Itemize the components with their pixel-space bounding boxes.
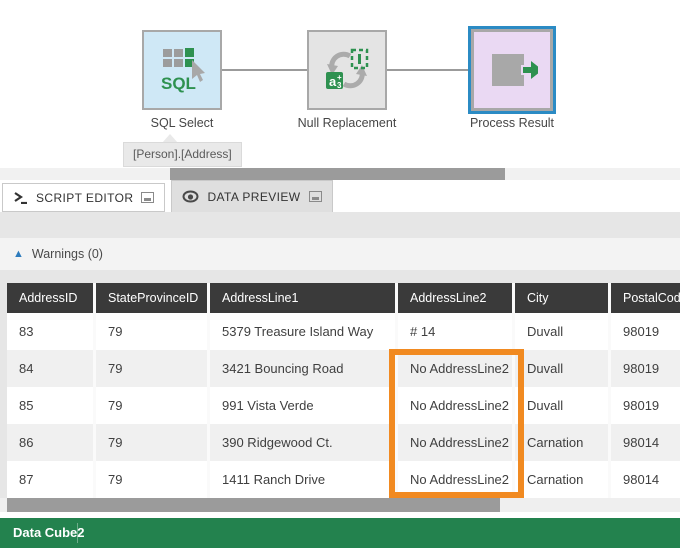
source-table-tooltip: [Person].[Address]	[123, 142, 242, 167]
status-bar-divider	[77, 523, 78, 543]
tab-label: DATA PREVIEW	[207, 190, 300, 204]
scrollbar-thumb[interactable]	[170, 168, 505, 180]
workflow-canvas: SQL a + 3	[0, 0, 680, 168]
table-cell: No AddressLine2	[398, 350, 515, 387]
data-cube-tab-label[interactable]: Data Cube2	[13, 518, 85, 548]
connector-line	[386, 69, 470, 71]
sql-select-icon: SQL	[159, 46, 205, 94]
preview-eye-icon	[182, 190, 199, 203]
tab-data-preview[interactable]: DATA PREVIEW	[171, 180, 332, 212]
column-header[interactable]: StateProvinceID	[96, 283, 210, 313]
table-cell: 98014	[611, 424, 680, 461]
table-cell: 5379 Treasure Island Way	[210, 313, 398, 350]
svg-text:3: 3	[337, 81, 342, 90]
table-cell: 98019	[611, 350, 680, 387]
column-header[interactable]: AddressLine1	[210, 283, 398, 313]
table-cell: Duvall	[515, 313, 611, 350]
node-label-null-replacement: Null Replacement	[272, 116, 422, 130]
table-cell: No AddressLine2	[398, 387, 515, 424]
table-row[interactable]: 8679390 Ridgewood Ct.No AddressLine2Carn…	[7, 424, 680, 461]
warning-triangle-icon: ▲	[13, 249, 24, 260]
table-row[interactable]: 83795379 Treasure Island Way# 14Duvall98…	[7, 313, 680, 350]
warnings-toggle[interactable]: ▲ Warnings (0)	[0, 238, 680, 270]
table-cell: 87	[7, 461, 96, 498]
table-cell: 83	[7, 313, 96, 350]
table-cell: Carnation	[515, 424, 611, 461]
table-row[interactable]: 84793421 Bouncing RoadNo AddressLine2Duv…	[7, 350, 680, 387]
data-preview-panel: ▲ Warnings (0) AddressIDStateProvinceIDA…	[0, 212, 680, 512]
table-cell: 98019	[611, 387, 680, 424]
table-cell: # 14	[398, 313, 515, 350]
table-cell: 3421 Bouncing Road	[210, 350, 398, 387]
table-cell: 79	[96, 424, 210, 461]
table-horizontal-scrollbar[interactable]	[0, 498, 680, 512]
script-prompt-icon	[13, 191, 28, 204]
tab-label: SCRIPT EDITOR	[36, 191, 133, 205]
node-sql-select[interactable]: SQL	[142, 30, 222, 110]
column-header[interactable]: PostalCode	[611, 283, 680, 313]
table-row[interactable]: 87791411 Ranch DriveNo AddressLine2Carna…	[7, 461, 680, 498]
column-header[interactable]: City	[515, 283, 611, 313]
table-cell: 98019	[611, 313, 680, 350]
svg-text:a: a	[329, 74, 337, 89]
table-row[interactable]: 8579991 Vista VerdeNo AddressLine2Duvall…	[7, 387, 680, 424]
table-header-row: AddressIDStateProvinceIDAddressLine1Addr…	[7, 283, 680, 313]
table-cell: 85	[7, 387, 96, 424]
table-cell: Carnation	[515, 461, 611, 498]
table-body: 83795379 Treasure Island Way# 14Duvall98…	[7, 313, 680, 498]
table-cell: No AddressLine2	[398, 461, 515, 498]
scrollbar-thumb[interactable]	[7, 498, 500, 512]
connector-line	[221, 69, 308, 71]
process-result-icon	[486, 46, 538, 94]
table-cell: 86	[7, 424, 96, 461]
table-cell: 79	[96, 461, 210, 498]
table-cell: Duvall	[515, 387, 611, 424]
warnings-label: Warnings (0)	[32, 247, 103, 261]
table-cell: Duvall	[515, 350, 611, 387]
table-cell: No AddressLine2	[398, 424, 515, 461]
popout-window-icon[interactable]	[141, 192, 154, 203]
svg-text:SQL: SQL	[161, 74, 196, 93]
popout-window-icon[interactable]	[309, 191, 322, 202]
process-result-selection-frame	[471, 29, 553, 111]
bottom-panel-tabbar: SCRIPT EDITOR DATA PREVIEW	[0, 180, 680, 212]
table-cell: 79	[96, 313, 210, 350]
table-cell: 1411 Ranch Drive	[210, 461, 398, 498]
table-cell: 390 Ridgewood Ct.	[210, 424, 398, 461]
column-header[interactable]: AddressID	[7, 283, 96, 313]
data-preview-table: AddressIDStateProvinceIDAddressLine1Addr…	[7, 283, 680, 498]
node-null-replacement[interactable]: a + 3	[307, 30, 387, 110]
table-cell: 79	[96, 387, 210, 424]
table-cell: 84	[7, 350, 96, 387]
node-label-sql-select: SQL Select	[107, 116, 257, 130]
canvas-horizontal-scrollbar[interactable]	[0, 168, 680, 180]
status-bar: Data Cube2	[0, 518, 680, 548]
column-header[interactable]: AddressLine2	[398, 283, 515, 313]
null-replacement-icon: a + 3	[324, 47, 370, 93]
node-label-process-result: Process Result	[437, 116, 587, 130]
table-cell: 79	[96, 350, 210, 387]
node-process-result[interactable]	[468, 26, 556, 114]
tab-script-editor[interactable]: SCRIPT EDITOR	[2, 183, 165, 212]
table-cell: 98014	[611, 461, 680, 498]
table-cell: 991 Vista Verde	[210, 387, 398, 424]
